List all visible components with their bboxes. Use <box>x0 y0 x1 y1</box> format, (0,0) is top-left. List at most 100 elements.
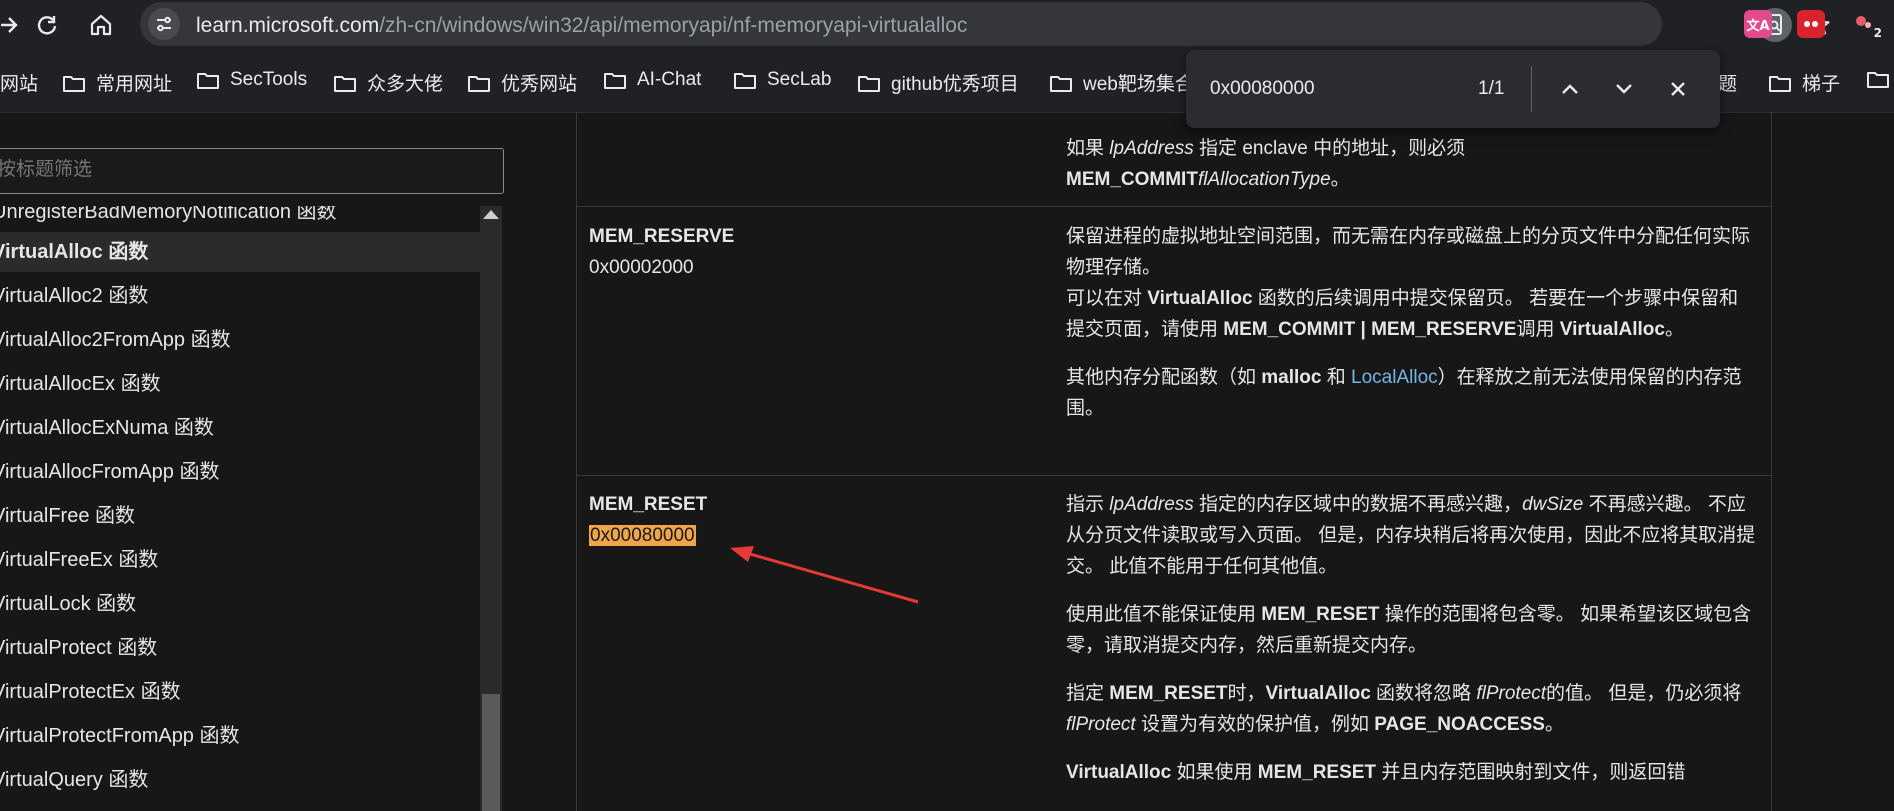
constant: MEM_COMMIT <box>1066 169 1198 190</box>
toc-item[interactable]: VirtualFreeEx 函数 <box>0 540 480 580</box>
url-text[interactable]: learn.microsoft.com/zh-cn/windows/win32/… <box>196 14 967 38</box>
constant-name: MEM_RESET <box>589 494 708 515</box>
toc-item[interactable]: VirtualAllocExNuma 函数 <box>0 408 480 448</box>
param-name: lpAddress <box>1109 494 1194 515</box>
bookmark-folder[interactable]: 常用网址 <box>62 69 172 96</box>
toc-item[interactable]: VirtualProtectEx 函数 <box>0 672 480 712</box>
home-button[interactable] <box>84 8 118 42</box>
text: 指定的内存区域中的数据不再感兴趣， <box>1193 494 1523 515</box>
toc-item[interactable]: VirtualAlloc2 函数 <box>0 276 480 316</box>
constant: MEM_COMMIT | MEM_RESERVE <box>1223 319 1517 340</box>
toc-item[interactable]: VirtualAllocFromApp 函数 <box>0 452 480 492</box>
folder-icon <box>734 73 756 89</box>
toc-filter-input[interactable] <box>0 155 477 185</box>
constant-value: 0x00002000 <box>589 257 694 278</box>
bookmark-folder[interactable]: 梯子 <box>1768 69 1840 96</box>
find-previous-button[interactable] <box>1553 72 1587 106</box>
bookmark-folder[interactable]: 优秀网站 <box>467 69 577 96</box>
toc-item[interactable]: UnregisterBadMemoryNotification 函数 <box>0 206 480 232</box>
bookmark-folder[interactable]: github优秀项目 <box>857 69 1019 96</box>
constant: PAGE_NOACCESS <box>1374 714 1545 735</box>
table-cell-description: 保留进程的虚拟地址空间范围，而无需在内存或磁盘上的分页文件中分配任何实际物理存储… <box>1066 221 1756 424</box>
text: 使用此值不能保证使用 <box>1066 604 1262 625</box>
text: 。 <box>1664 319 1684 340</box>
toc-item[interactable]: VirtualAllocEx 函数 <box>0 364 480 404</box>
bookmark-folder[interactable]: SecLab <box>733 69 831 91</box>
toc-scrollbar[interactable] <box>480 206 502 811</box>
text: 并且内存范围映射到文件，则返回错 <box>1376 762 1686 783</box>
paragraph: 指定 MEM_RESET时，VirtualAlloc 函数将忽略 flProte… <box>1066 678 1756 740</box>
table-border-right <box>1771 112 1772 811</box>
bookmark-label: web靶场集合 <box>1083 74 1194 95</box>
bookmark-label: SecLab <box>767 69 832 90</box>
toc-filter[interactable] <box>0 148 504 194</box>
reload-button[interactable] <box>30 8 64 42</box>
text: 设置为有效的保护值，例如 <box>1135 714 1375 735</box>
constant-name: MEM_RESERVE <box>589 226 735 247</box>
table-row-divider <box>576 206 1772 207</box>
text: 。 <box>1330 169 1350 190</box>
text: 函数将忽略 <box>1370 683 1477 704</box>
table-border-left <box>576 112 577 811</box>
paragraph: 可以在对 VirtualAlloc 函数的后续调用中提交保留页。 若要在一个步骤… <box>1066 283 1756 345</box>
toc-item[interactable]: VirtualQuery 函数 <box>0 760 480 800</box>
bookmark-label: 题 <box>1718 74 1738 95</box>
translate-extension-icon[interactable]: 文A <box>1744 10 1772 38</box>
text: 调用 <box>1516 319 1560 340</box>
bookmark-folder[interactable]: 众多大佬 <box>333 69 443 96</box>
localalloc-link[interactable]: LocalAlloc <box>1351 367 1438 388</box>
text: 和 <box>1321 367 1352 388</box>
table-cell-constant: MEM_RESERVE 0x00002000 <box>589 221 734 283</box>
param-name: flProtect <box>1066 714 1136 735</box>
bookmark-folder[interactable]: SecTools <box>196 69 307 91</box>
bookmark-folder[interactable]: web靶场集合 <box>1049 69 1194 96</box>
toc-list: UnregisterBadMemoryNotification 函数 Virtu… <box>0 206 480 811</box>
find-bar: 1/1 <box>1186 50 1720 128</box>
bookmark-item[interactable]: 题 <box>1718 69 1737 96</box>
bookmark-folder[interactable] <box>1866 69 1894 89</box>
toc-item[interactable]: VirtualProtect 函数 <box>0 628 480 668</box>
extension-icon[interactable] <box>1797 10 1825 38</box>
text: 可以在对 <box>1066 288 1148 309</box>
bookmark-label: 梯子 <box>1802 74 1841 95</box>
text: 如果 <box>1066 138 1110 159</box>
text: 其他内存分配函数（如 <box>1066 367 1262 388</box>
chevron-up-icon <box>1562 84 1578 94</box>
close-icon <box>1671 82 1685 96</box>
bookmark-label: github优秀项目 <box>891 74 1019 95</box>
folder-icon <box>334 75 356 92</box>
toc-item[interactable]: VirtualAlloc2FromApp 函数 <box>0 320 480 360</box>
paragraph: 指示 lpAddress 指定的内存区域中的数据不再感兴趣，dwSize 不再感… <box>1066 489 1756 582</box>
extensions-puzzle-icon[interactable]: 2 <box>1850 10 1882 40</box>
toc-item[interactable]: VirtualProtectFromApp 函数 <box>0 716 480 756</box>
text: 指定 <box>1066 683 1110 704</box>
find-input[interactable] <box>1210 72 1430 106</box>
param-name: lpAddress <box>1109 138 1194 159</box>
scroll-up-arrow-icon[interactable] <box>483 210 499 219</box>
address-bar[interactable]: learn.microsoft.com/zh-cn/windows/win32/… <box>140 2 1830 46</box>
toc-item-active[interactable]: VirtualAlloc 函数 <box>0 232 480 272</box>
function-name: VirtualAlloc <box>1147 288 1253 309</box>
folder-icon <box>1867 72 1889 88</box>
site-info-icon[interactable] <box>148 8 180 40</box>
folder-icon <box>858 75 880 92</box>
table-row-divider <box>576 475 1772 476</box>
bookmark-folder[interactable]: AI-Chat <box>603 69 701 91</box>
extension-badge: 2 <box>1873 26 1882 40</box>
toc-item[interactable]: VirtualFree 函数 <box>0 496 480 536</box>
bookmark-label: AI-Chat <box>637 69 702 90</box>
folder-icon <box>1769 75 1791 92</box>
folder-icon <box>468 75 490 92</box>
arrow-right-icon <box>1 17 18 33</box>
find-next-button[interactable] <box>1607 72 1641 106</box>
constant: MEM_RESET <box>1257 762 1377 783</box>
scroll-thumb[interactable] <box>482 694 500 811</box>
find-divider <box>1531 66 1532 112</box>
bookmark-label: 常用网址 <box>96 74 173 95</box>
text: 如果使用 <box>1171 762 1258 783</box>
bookmark-item[interactable]: 网站 <box>0 69 38 96</box>
folder-icon <box>197 73 219 89</box>
find-close-button[interactable] <box>1661 72 1695 106</box>
forward-button[interactable] <box>0 8 26 42</box>
toc-item[interactable]: VirtualLock 函数 <box>0 584 480 624</box>
